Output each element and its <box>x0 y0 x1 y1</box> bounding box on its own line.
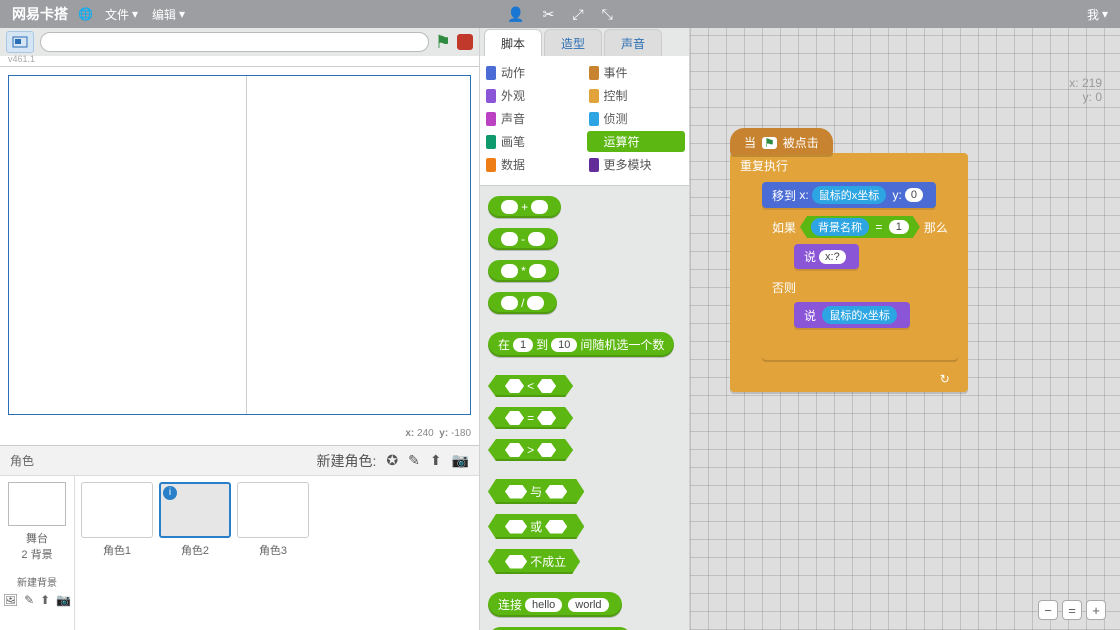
forever-block[interactable]: 重复执行 移到 x:鼠标的x坐标 y:0 如果 背景名称 = 1 那么 说x:? <box>730 153 968 392</box>
op-or[interactable]: 或 <box>488 514 584 539</box>
loop-icon: ↻ <box>940 372 950 386</box>
script-area[interactable]: x: 219 y: 0 当⚑被点击 重复执行 移到 x:鼠标的x坐标 y:0 如… <box>690 28 1120 630</box>
stop-button[interactable] <box>457 34 473 50</box>
sprite-item[interactable]: 角色3 <box>237 482 309 558</box>
flag-icon: ⚑ <box>762 137 777 149</box>
sprite-item[interactable]: 角色1 <box>81 482 153 558</box>
stage-thumbnail: 舞台 2 背景 新建背景 🖼 ✎ ⬆ 📷 <box>0 476 75 630</box>
zoom-controls: − = + <box>1038 600 1106 620</box>
hat-when-flag[interactable]: 当⚑被点击 <box>730 128 833 155</box>
stage-frame[interactable] <box>8 75 471 415</box>
say-block[interactable]: 说x:? <box>794 244 859 269</box>
toolbar-center: 👤 ✂ ⤢ ⤡ <box>507 6 613 23</box>
op-not[interactable]: 不成立 <box>488 549 580 574</box>
op-gt[interactable]: > <box>488 439 573 461</box>
stage-coords: x: 240 y: -180 <box>405 428 471 439</box>
op-lt[interactable]: < <box>488 375 573 397</box>
file-menu[interactable]: 文件▾ <box>105 6 138 23</box>
camera-sprite-icon[interactable]: 📷 <box>452 452 469 469</box>
op-plus[interactable]: + <box>488 196 561 218</box>
bg-paint-icon[interactable]: ✎ <box>24 593 34 607</box>
shrink-icon[interactable]: ⤡ <box>602 6 613 23</box>
brand: 网易卡搭 <box>12 4 68 24</box>
block-palette: 脚本 造型 声音 动作 事件 外观 控制 声音 侦测 画笔 运算符 数据 更多模… <box>480 28 690 630</box>
globe-icon[interactable]: 🌐 <box>78 7 93 21</box>
tab-sounds[interactable]: 声音 <box>604 29 662 56</box>
bg-upload-icon[interactable]: ⬆ <box>40 593 50 607</box>
paint-sprite-icon[interactable]: ✪ <box>386 452 398 469</box>
version-label: v461.1 <box>8 54 487 64</box>
if-else-block[interactable]: 如果 背景名称 = 1 那么 说x:? 否则 说 鼠标的x坐标 <box>762 212 958 360</box>
stage-thumb-sub: 2 背景 <box>4 546 70 562</box>
upload-sprite-icon[interactable]: ⬆ <box>430 452 442 469</box>
topbar: 网易卡搭 🌐 文件▾ 编辑▾ 👤 ✂ ⤢ ⤡ 我▾ <box>0 0 1120 28</box>
tabs: 脚本 造型 声音 <box>480 28 689 56</box>
sprite-list: 角色1 i角色2 角色3 <box>75 476 479 630</box>
stage-thumb-box[interactable] <box>8 482 66 526</box>
edit-menu[interactable]: 编辑▾ <box>152 6 185 23</box>
sprite-heading: 角色 <box>10 452 34 469</box>
project-title-input[interactable] <box>40 32 429 52</box>
cat-pen[interactable]: 画笔 <box>484 131 583 152</box>
op-eq[interactable]: = <box>488 407 573 429</box>
me-menu[interactable]: 我▾ <box>1087 6 1108 23</box>
op-and[interactable]: 与 <box>488 479 584 504</box>
new-sprite-label: 新建角色: <box>316 451 376 471</box>
script-stack[interactable]: 当⚑被点击 重复执行 移到 x:鼠标的x坐标 y:0 如果 背景名称 = 1 那… <box>730 128 968 392</box>
cat-events[interactable]: 事件 <box>587 62 686 83</box>
stage: x: 240 y: -180 <box>0 66 479 446</box>
op-mul[interactable]: * <box>488 260 559 282</box>
bg-camera-icon[interactable]: 📷 <box>56 593 71 607</box>
op-minus[interactable]: - <box>488 228 558 250</box>
cat-sensing[interactable]: 侦测 <box>587 108 686 129</box>
sprite-item[interactable]: i角色2 <box>159 482 231 558</box>
eq-condition[interactable]: 背景名称 = 1 <box>800 216 920 238</box>
zoom-in-icon[interactable]: + <box>1086 600 1106 620</box>
op-join[interactable]: 连接helloworld <box>488 592 622 617</box>
category-grid: 动作 事件 外观 控制 声音 侦测 画笔 运算符 数据 更多模块 <box>480 56 689 186</box>
mousex-reporter[interactable]: 鼠标的x坐标 <box>812 186 887 204</box>
left-column: ⚑ v461.1 x: 240 y: -180 角色 新建角色: ✪ ✎ ⬆ 📷 <box>0 28 480 630</box>
green-flag-icon[interactable]: ⚑ <box>435 32 451 53</box>
op-div[interactable]: / <box>488 292 557 314</box>
stage-header: ⚑ <box>0 28 479 56</box>
moveto-block[interactable]: 移到 x:鼠标的x坐标 y:0 <box>762 182 936 208</box>
cat-control[interactable]: 控制 <box>587 85 686 106</box>
say-block-2[interactable]: 说 鼠标的x坐标 <box>794 302 910 328</box>
bg-lib-icon[interactable]: 🖼 <box>3 593 18 607</box>
new-backdrop-label: 新建背景 <box>4 574 70 589</box>
small-stage-button[interactable] <box>6 31 34 53</box>
cat-data[interactable]: 数据 <box>484 154 583 175</box>
expand-icon[interactable]: ⤢ <box>572 6 583 23</box>
op-random[interactable]: 在1到10间随机选一个数 <box>488 332 674 357</box>
sprite-header: 角色 新建角色: ✪ ✎ ⬆ 📷 <box>0 446 479 476</box>
sprite-info-icon[interactable]: i <box>163 486 177 500</box>
script-xy: x: 219 y: 0 <box>1069 76 1102 104</box>
tab-scripts[interactable]: 脚本 <box>484 29 542 56</box>
cat-more[interactable]: 更多模块 <box>587 154 686 175</box>
cat-looks[interactable]: 外观 <box>484 85 583 106</box>
stamp-icon[interactable]: 👤 <box>507 6 524 23</box>
brush-sprite-icon[interactable]: ✎ <box>408 452 420 469</box>
cat-sound[interactable]: 声音 <box>484 108 583 129</box>
stage-thumb-label: 舞台 <box>4 530 70 546</box>
scissors-icon[interactable]: ✂ <box>543 6 555 23</box>
zoom-out-icon[interactable]: − <box>1038 600 1058 620</box>
tab-costumes[interactable]: 造型 <box>544 29 602 56</box>
cat-operators[interactable]: 运算符 <box>587 131 686 152</box>
zoom-reset-icon[interactable]: = <box>1062 600 1082 620</box>
block-list: + - * / 在1到10间随机选一个数 < = > 与 或 不成立 连接hel… <box>480 186 689 630</box>
cat-motion[interactable]: 动作 <box>484 62 583 83</box>
